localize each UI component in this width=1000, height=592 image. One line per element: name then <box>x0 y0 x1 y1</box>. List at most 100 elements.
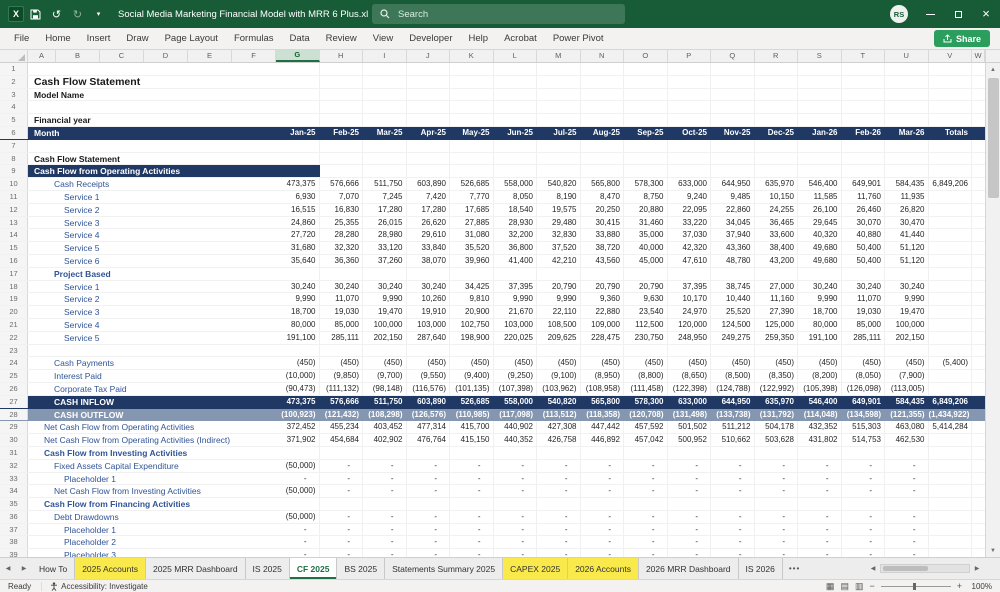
cell-r12-c9[interactable]: 20,880 <box>624 203 668 216</box>
cell-r27-c6[interactable]: 558,000 <box>494 396 538 408</box>
cell-r4-c3[interactable] <box>363 101 407 114</box>
scroll-up-icon[interactable]: ▲ <box>986 63 1000 76</box>
restore-button[interactable] <box>944 0 972 28</box>
cell-r30-c3[interactable]: 402,902 <box>363 434 407 446</box>
cell-r24-c4[interactable]: (450) <box>407 357 450 370</box>
cell-r14-c4[interactable]: 29,610 <box>407 229 450 242</box>
cell-r32-c10[interactable]: - <box>668 459 711 472</box>
cell-r22-c1[interactable]: 191,100 <box>276 331 320 344</box>
cell-r13-c10[interactable]: 33,220 <box>668 216 711 229</box>
cell-r26-c4[interactable]: (116,576) <box>407 382 450 395</box>
page-layout-view-icon[interactable]: ▤ <box>840 581 849 592</box>
cell-r4-c1[interactable] <box>276 101 320 114</box>
cell-r18-c14[interactable]: 30,240 <box>842 280 885 293</box>
cell-r35-c13[interactable] <box>798 498 842 510</box>
cell-r9-c3[interactable] <box>363 165 407 178</box>
cell-r12-c4[interactable]: 17,280 <box>407 203 450 216</box>
cell-r23-c4[interactable] <box>407 344 450 357</box>
column-header-F[interactable]: F <box>232 50 276 62</box>
cell-r1-c10[interactable] <box>668 63 711 75</box>
cell-r39-c12[interactable]: - <box>755 549 798 557</box>
cell-r6-c11[interactable]: Nov-25 <box>711 127 755 139</box>
cell-r12-c10[interactable]: 22,095 <box>668 203 711 216</box>
horizontal-scrollbar[interactable]: ◀ ▶ <box>866 558 984 579</box>
row-header-37[interactable]: 37 <box>0 523 28 536</box>
cell-net-cash-flow-from-operating-activities-indirect[interactable]: Net Cash Flow from Operating Activities … <box>28 434 276 446</box>
zoom-in-button[interactable]: + <box>957 581 962 591</box>
cell-r23-c12[interactable] <box>755 344 798 357</box>
cell-r10-c11[interactable]: 644,950 <box>711 178 755 190</box>
cell-r20-c9[interactable]: 23,540 <box>624 306 668 318</box>
cell-r31-c2[interactable] <box>320 446 363 459</box>
cell-r15-c2[interactable]: 32,320 <box>320 242 363 254</box>
cell-r32-c7[interactable]: - <box>537 459 581 472</box>
cell-r7-c2[interactable] <box>320 139 363 152</box>
cell-r2-c12[interactable] <box>755 75 798 88</box>
cell-r22-c16[interactable] <box>929 331 972 344</box>
cell-r29-c11[interactable]: 511,212 <box>711 421 755 434</box>
cell-r16-c5[interactable]: 39,960 <box>450 254 494 267</box>
cell-r23-c16[interactable] <box>929 344 972 357</box>
cell-r13-c16[interactable] <box>929 216 972 229</box>
share-button[interactable]: Share <box>933 30 990 47</box>
cell-empty-label[interactable] <box>28 140 276 152</box>
cell-r15-c10[interactable]: 42,320 <box>668 242 711 254</box>
cell-r10-c15[interactable]: 584,435 <box>885 178 929 190</box>
cell-r24-c16[interactable]: (5,400) <box>929 357 972 370</box>
cell-r11-c2[interactable]: 7,070 <box>320 190 363 203</box>
cell-r13-c11[interactable]: 34,045 <box>711 216 755 229</box>
cell-r20-c15[interactable]: 19,470 <box>885 306 929 318</box>
cell-r20-c6[interactable]: 21,670 <box>494 306 537 318</box>
cell-cash-flow-from-operating-activities[interactable]: Cash Flow from Operating Activities <box>28 165 276 178</box>
cell-r9-c15[interactable] <box>885 165 929 178</box>
cell-r4-c10[interactable] <box>668 101 711 114</box>
cell-r29-c12[interactable]: 504,178 <box>755 421 798 434</box>
cell-r22-c7[interactable]: 209,625 <box>537 331 581 344</box>
cell-r36-c4[interactable]: - <box>407 510 450 523</box>
cell-r25-c12[interactable]: (8,350) <box>755 370 798 382</box>
cell-r38-c2[interactable]: - <box>320 536 363 549</box>
cell-project-based[interactable]: Project Based <box>28 268 276 280</box>
cell-r7-c4[interactable] <box>407 139 450 152</box>
row-header-7[interactable]: 7 <box>0 139 28 152</box>
cell-r10-c12[interactable]: 635,970 <box>755 178 798 190</box>
cell-r36-c15[interactable]: - <box>885 510 929 523</box>
cell-r14-c3[interactable]: 28,980 <box>363 229 407 242</box>
undo-icon[interactable]: ↺ <box>47 4 66 24</box>
cell-r3-c12[interactable] <box>755 88 798 101</box>
cell-r21-c9[interactable]: 112,500 <box>624 318 668 331</box>
cell-r10-c1[interactable]: 473,375 <box>276 178 320 190</box>
cell-r28-c12[interactable]: (131,792) <box>755 409 799 421</box>
cell-r8-c3[interactable] <box>363 152 407 165</box>
cell-r10-c7[interactable]: 540,820 <box>537 178 581 190</box>
cell-r26-c12[interactable]: (122,992) <box>755 382 798 395</box>
cell-r4-c6[interactable] <box>494 101 537 114</box>
cell-r25-c16[interactable] <box>929 370 972 382</box>
cell-r33-c1[interactable]: - <box>276 472 320 485</box>
cell-r39-c13[interactable]: - <box>798 549 842 557</box>
cell-net-cash-flow-from-investing-activities[interactable]: Net Cash Flow from Investing Activities <box>28 485 276 497</box>
cell-r6-c8[interactable]: Aug-25 <box>581 127 625 139</box>
cell-r37-c1[interactable]: - <box>276 523 320 536</box>
cell-r14-c8[interactable]: 33,880 <box>581 229 624 242</box>
cell-r25-c5[interactable]: (9,400) <box>450 370 494 382</box>
row-header-29[interactable]: 29 <box>0 421 28 434</box>
cell-r34-c3[interactable]: - <box>363 485 407 498</box>
cell-r38-c8[interactable]: - <box>581 536 624 549</box>
cell-r27-c2[interactable]: 576,666 <box>320 396 364 408</box>
cell-r22-c4[interactable]: 287,640 <box>407 331 450 344</box>
cell-r13-c14[interactable]: 30,070 <box>842 216 885 229</box>
cell-r39-c16[interactable] <box>929 549 972 557</box>
cell-r21-c2[interactable]: 85,000 <box>320 318 363 331</box>
cell-r20-c1[interactable]: 18,700 <box>276 306 320 318</box>
cell-r3-c9[interactable] <box>624 88 668 101</box>
search-input[interactable] <box>396 7 596 21</box>
cell-r28-c4[interactable]: (126,576) <box>407 409 451 421</box>
cell-r16-c10[interactable]: 47,610 <box>668 254 711 267</box>
cell-r18-c16[interactable] <box>929 280 972 293</box>
cell-r28-c13[interactable]: (114,048) <box>798 409 842 421</box>
cell-r17-c8[interactable] <box>581 267 624 280</box>
cell-r5-c7[interactable] <box>537 114 581 126</box>
cell-placeholder-3[interactable]: Placeholder 3 <box>28 549 276 557</box>
row-header-4[interactable]: 4 <box>0 101 28 114</box>
